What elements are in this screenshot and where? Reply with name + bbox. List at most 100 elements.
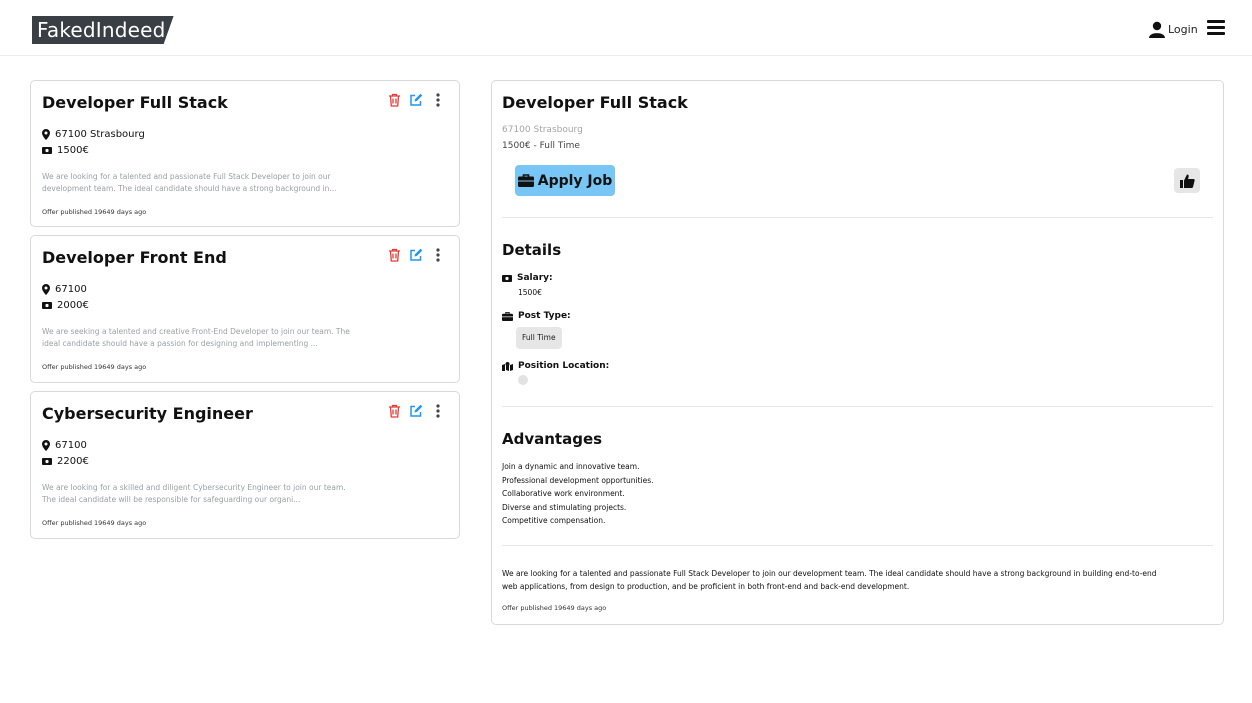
description-line: The ideal candidate will be responsible … — [42, 495, 301, 504]
delete-button[interactable] — [387, 403, 401, 419]
trash-icon — [388, 93, 400, 107]
location-text: 67100 — [55, 284, 87, 295]
delete-button[interactable] — [387, 92, 401, 108]
hamburger-icon — [1207, 20, 1225, 23]
description-line: development team. The ideal candidate sh… — [42, 184, 337, 193]
briefcase-icon — [502, 311, 513, 321]
post-type-chip: Full Time — [516, 327, 562, 349]
edit-icon — [410, 404, 423, 417]
map-pin-icon — [42, 129, 50, 140]
job-card-title: Developer Full Stack — [42, 93, 228, 112]
detail-salary-type: 1500€ - Full Time — [502, 141, 580, 151]
advantage-item: Diverse and stimulating projects. — [502, 502, 627, 512]
trash-icon — [388, 248, 400, 262]
login-label: Login — [1168, 22, 1198, 36]
job-card-location: 67100 — [42, 440, 87, 451]
edit-icon — [410, 93, 423, 106]
detail-location: 67100 Strasbourg — [502, 125, 583, 135]
job-card-salary: 2200€ — [42, 456, 89, 467]
job-card-title: Developer Front End — [42, 248, 227, 267]
job-card-description: We are looking for a talented and passio… — [42, 171, 392, 195]
more-options-button[interactable] — [431, 247, 445, 263]
edit-button[interactable] — [409, 247, 423, 263]
more-options-button[interactable] — [431, 92, 445, 108]
money-icon — [42, 302, 52, 309]
description-line: We are looking for a skilled and diligen… — [42, 483, 346, 492]
description-line: ideal candidate should have a passion fo… — [42, 339, 318, 348]
job-card-salary: 2000€ — [42, 300, 89, 311]
advantage-item: Join a dynamic and innovative team. — [502, 462, 640, 471]
more-vertical-icon — [436, 404, 440, 418]
post-type-field-label: Post Type: — [502, 311, 571, 321]
thumbs-up-icon — [1179, 174, 1195, 188]
job-card-cybersecurity-engineer[interactable]: Cybersecurity Engineer 67100 2200€ We ar… — [30, 391, 460, 539]
map-pin-icon — [42, 440, 50, 451]
detail-published: Offer published 19649 days ago — [502, 604, 607, 612]
job-card-actions — [387, 92, 445, 108]
position-location-label-text: Position Location: — [518, 361, 610, 371]
job-card-published: Offer published 19649 days ago — [42, 363, 147, 371]
description-line: We are looking for a talented and passio… — [42, 172, 331, 181]
job-detail-panel: Developer Full Stack 67100 Strasbourg 15… — [491, 80, 1224, 625]
money-icon — [42, 147, 52, 154]
advantage-item: Competitive compensation. — [502, 516, 606, 525]
more-vertical-icon — [436, 93, 440, 107]
job-card-location: 67100 Strasbourg — [42, 129, 145, 140]
apply-job-label: Apply Job — [537, 172, 613, 189]
location-text: 67100 — [55, 440, 87, 451]
money-icon — [42, 458, 52, 465]
detail-description: We are looking for a talented and passio… — [502, 567, 1217, 593]
job-card-location: 67100 — [42, 284, 87, 295]
job-card-title: Cybersecurity Engineer — [42, 404, 253, 423]
money-icon — [502, 274, 512, 282]
advantage-item: Professional development opportunities. — [502, 475, 654, 485]
location-text: 67100 Strasbourg — [55, 129, 145, 140]
salary-text: 2000€ — [57, 300, 89, 311]
more-vertical-icon — [436, 248, 440, 262]
trash-icon — [388, 404, 400, 418]
advantages-list: Join a dynamic and innovative team. Prof… — [502, 460, 654, 528]
detail-title: Developer Full Stack — [502, 93, 688, 112]
salary-text: 2200€ — [57, 456, 89, 467]
details-section-title: Details — [502, 241, 562, 259]
map-pin-icon — [42, 284, 50, 295]
job-card-description: We are seeking a talented and creative F… — [42, 326, 392, 350]
description-line: We are looking for a talented and passio… — [502, 569, 1157, 578]
site-logo[interactable]: FakedIndeed — [32, 16, 174, 44]
edit-button[interactable] — [409, 403, 423, 419]
divider — [502, 545, 1213, 546]
job-card-actions — [387, 403, 445, 419]
job-card-actions — [387, 247, 445, 263]
job-card-published: Offer published 19649 days ago — [42, 208, 147, 216]
job-card-salary: 1500€ — [42, 145, 89, 156]
divider — [502, 406, 1213, 407]
salary-field-label: Salary: — [502, 273, 553, 283]
position-location-field-label: Position Location: — [502, 361, 609, 371]
description-line: web applications, from design to product… — [502, 582, 910, 591]
job-card-description: We are looking for a skilled and diligen… — [42, 482, 392, 506]
job-card-developer-front-end[interactable]: Developer Front End 67100 2000€ We are s… — [30, 235, 460, 383]
top-navbar: FakedIndeed Login — [0, 0, 1252, 56]
edit-button[interactable] — [409, 92, 423, 108]
delete-button[interactable] — [387, 247, 401, 263]
salary-text: 1500€ — [57, 145, 89, 156]
salary-label-text: Salary: — [517, 273, 553, 283]
description-line: We are seeking a talented and creative F… — [42, 327, 350, 336]
hamburger-menu-button[interactable] — [1207, 20, 1225, 36]
advantage-item: Collaborative work environment. — [502, 489, 625, 498]
login-link[interactable]: Login — [1148, 20, 1198, 38]
position-location-map-placeholder — [518, 375, 528, 385]
salary-field-value: 1500€ — [518, 288, 542, 297]
map-location-icon — [502, 361, 513, 371]
more-options-button[interactable] — [431, 403, 445, 419]
apply-job-button[interactable]: Apply Job — [515, 165, 615, 196]
briefcase-icon — [517, 174, 534, 187]
edit-icon — [410, 248, 423, 261]
advantages-section-title: Advantages — [502, 430, 603, 448]
divider — [502, 217, 1213, 218]
user-icon — [1149, 21, 1165, 38]
post-type-label-text: Post Type: — [518, 311, 571, 321]
like-button[interactable] — [1174, 168, 1200, 193]
job-card-developer-full-stack[interactable]: Developer Full Stack 67100 Strasbourg 15… — [30, 80, 460, 227]
job-card-published: Offer published 19649 days ago — [42, 519, 147, 527]
